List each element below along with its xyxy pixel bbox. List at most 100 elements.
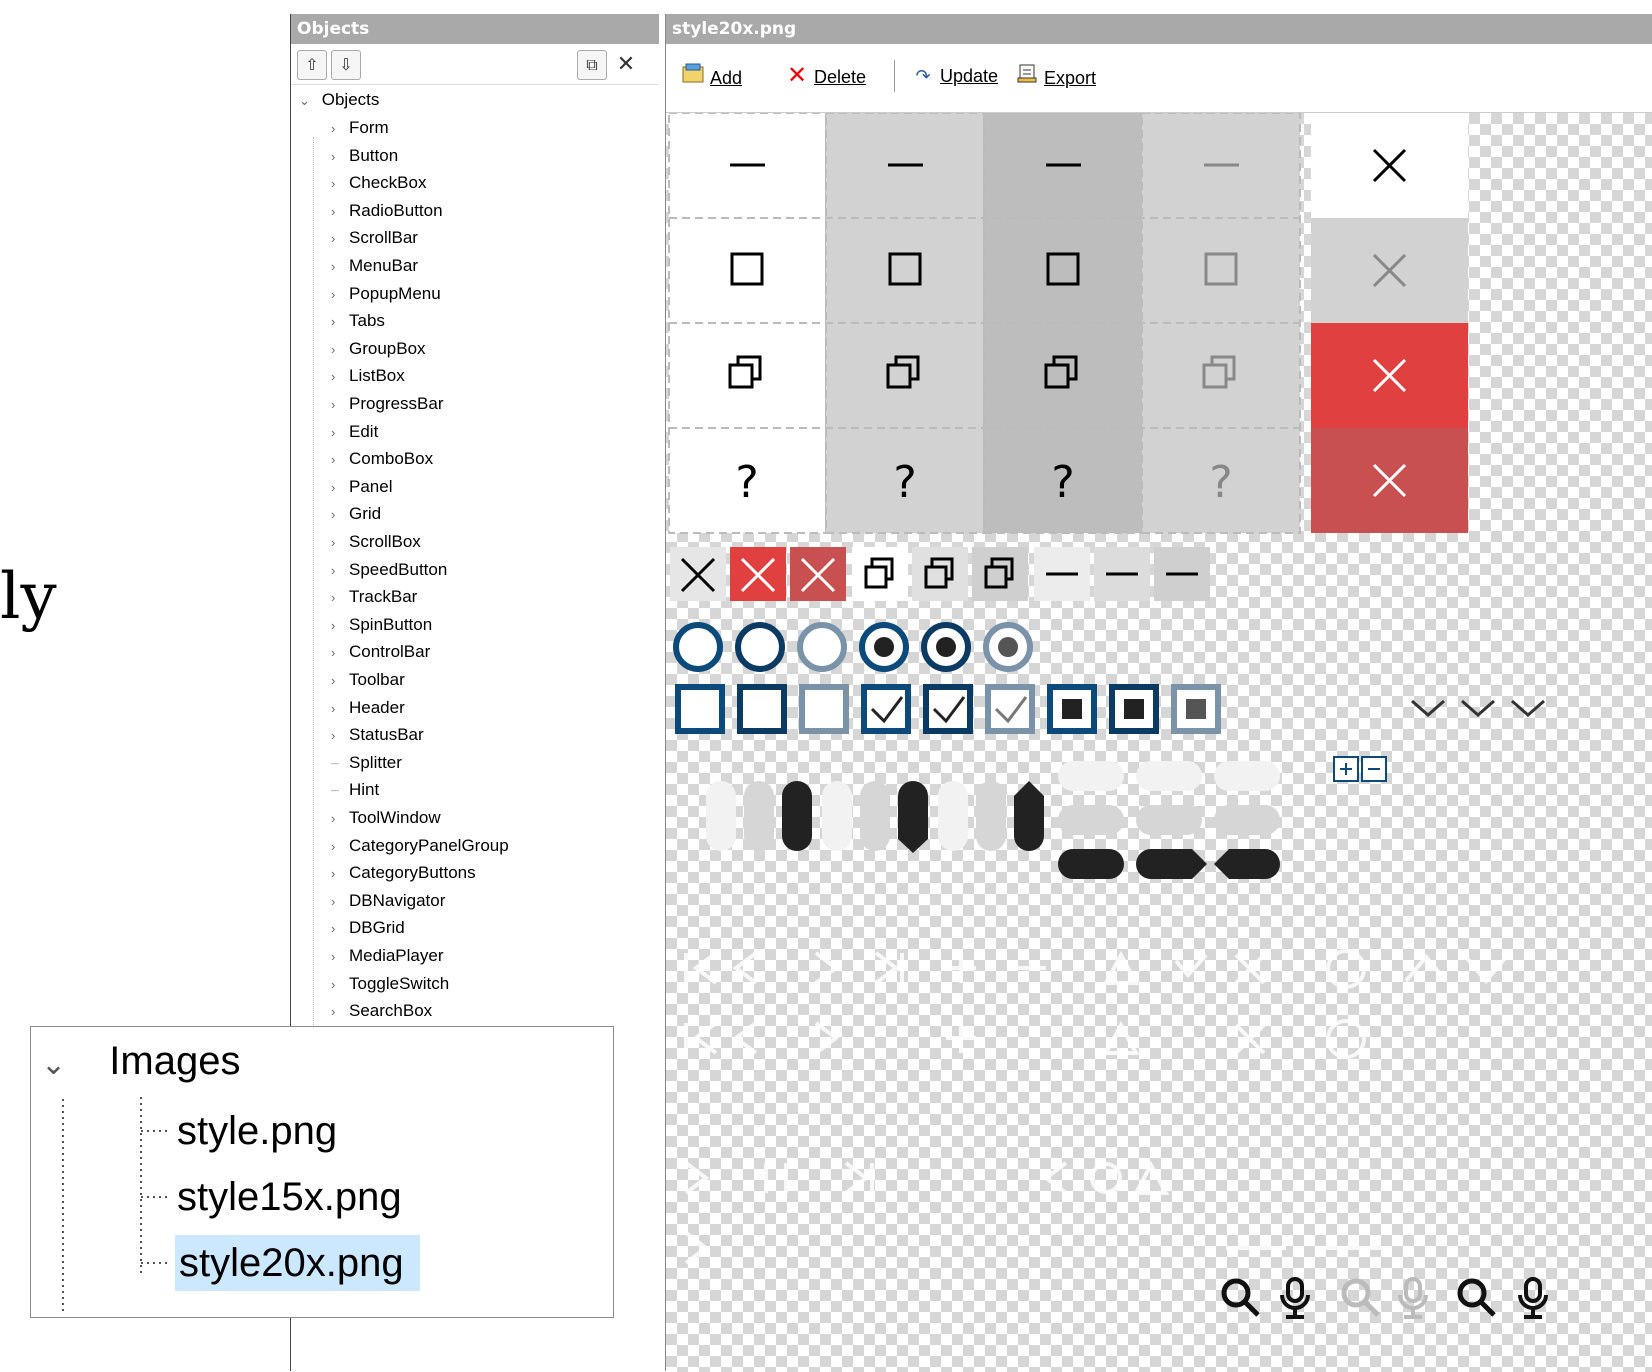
tree-item-toggleswitch[interactable]: › ToggleSwitch xyxy=(331,971,449,997)
chevron-right-icon[interactable]: › xyxy=(331,944,349,970)
tree-item-toolbar[interactable]: › Toolbar xyxy=(331,667,405,693)
tree-item-toolwindow[interactable]: › ToolWindow xyxy=(331,805,441,831)
tree-item-label: ToolWindow xyxy=(349,808,441,827)
tree-item-mediaplayer[interactable]: › MediaPlayer xyxy=(331,943,444,969)
tree-item-hint[interactable]: ┈ Hint xyxy=(331,777,379,803)
chevron-down-icon[interactable]: ⌄ xyxy=(299,88,317,114)
chevron-right-icon[interactable]: › xyxy=(331,613,349,639)
tree-item-edit[interactable]: › Edit xyxy=(331,419,378,445)
tree-item-label: ScrollBox xyxy=(349,532,421,551)
chevron-right-icon[interactable]: › xyxy=(331,420,349,446)
chevron-right-icon[interactable]: › xyxy=(331,806,349,832)
tree-item-categorybuttons[interactable]: › CategoryButtons xyxy=(331,860,476,886)
image-panel-title: style20x.png xyxy=(666,14,1652,44)
tree-item-label: Edit xyxy=(349,421,379,441)
tree-item-label: StatusBar xyxy=(349,725,424,745)
update-arrow-icon: ↷ xyxy=(915,66,931,86)
export-button[interactable]: Export xyxy=(1014,62,1096,90)
tree-item-dbgrid[interactable]: › DBGrid xyxy=(331,915,405,941)
update-button[interactable]: ↷ Update xyxy=(910,62,998,90)
move-up-icon[interactable]: ⇧ xyxy=(297,50,327,80)
tree-item-tabs[interactable]: › Tabs xyxy=(331,308,385,334)
tree-item-header[interactable]: › Header xyxy=(331,695,405,721)
tree-item-combobox[interactable]: › ComboBox xyxy=(331,446,433,472)
tree-item-trackbar[interactable]: › TrackBar xyxy=(331,584,417,610)
tree-item-categorypanelgroup[interactable]: › CategoryPanelGroup xyxy=(331,833,509,859)
svg-text:?: ? xyxy=(1209,457,1232,508)
chevron-right-icon[interactable]: › xyxy=(331,972,349,998)
chevron-right-icon[interactable]: › xyxy=(331,116,349,142)
chevron-right-icon[interactable]: › xyxy=(331,254,349,280)
tree-item-grid[interactable]: › Grid xyxy=(331,501,381,527)
tree-item-speedbutton[interactable]: › SpeedButton xyxy=(331,557,447,583)
tree-item-radiobutton[interactable]: › RadioButton xyxy=(331,198,443,224)
chevron-right-icon[interactable]: › xyxy=(331,364,349,390)
document-text-fragment: ly xyxy=(0,560,57,634)
image-file-item[interactable]: style15x.png xyxy=(177,1169,402,1225)
tree-item-label: GroupBox xyxy=(349,338,426,358)
copy-icon[interactable]: ⧉ xyxy=(577,50,607,80)
chevron-right-icon[interactable]: › xyxy=(331,585,349,611)
chevron-right-icon[interactable]: › xyxy=(331,558,349,584)
tree-item-panel[interactable]: › Panel xyxy=(331,474,392,500)
toolbar-separator xyxy=(894,60,895,92)
chevron-right-icon[interactable]: › xyxy=(331,723,349,749)
chevron-right-icon[interactable]: › xyxy=(331,226,349,252)
chevron-right-icon[interactable]: › xyxy=(331,861,349,887)
chevron-down-icon[interactable]: ⌄ xyxy=(41,1048,66,1081)
chevron-right-icon[interactable]: › xyxy=(331,916,349,942)
tree-item-form[interactable]: › Form xyxy=(331,115,389,141)
tree-item-progressbar[interactable]: › ProgressBar xyxy=(331,391,443,417)
chevron-right-icon[interactable]: › xyxy=(331,392,349,418)
tree-item-listbox[interactable]: › ListBox xyxy=(331,363,405,389)
chevron-right-icon[interactable]: › xyxy=(331,282,349,308)
chevron-right-icon[interactable]: › xyxy=(331,696,349,722)
tree-item-spinbutton[interactable]: › SpinButton xyxy=(331,612,432,638)
chevron-right-icon[interactable]: › xyxy=(331,171,349,197)
chevron-right-icon[interactable]: › xyxy=(331,199,349,225)
tree-item-scrollbox[interactable]: › ScrollBox xyxy=(331,529,421,555)
chevron-right-icon[interactable]: › xyxy=(331,502,349,528)
chevron-right-icon[interactable]: › xyxy=(331,309,349,335)
tree-item-splitter[interactable]: ┈ Splitter xyxy=(331,750,402,776)
tree-item-label: TrackBar xyxy=(349,587,418,607)
tree-item-controlbar[interactable]: › ControlBar xyxy=(331,639,430,665)
tree-item-statusbar[interactable]: › StatusBar xyxy=(331,722,424,748)
chevron-right-icon[interactable]: › xyxy=(331,640,349,666)
close-icon[interactable]: ✕ xyxy=(611,50,641,80)
tree-item-label: SearchBox xyxy=(349,1001,433,1021)
image-file-item-selected[interactable]: style20x.png xyxy=(175,1235,420,1291)
image-canvas[interactable]: ? ? ? ? xyxy=(666,112,1652,1372)
tree-item-dbnavigator[interactable]: › DBNavigator xyxy=(331,888,445,914)
images-root-node[interactable]: ⌄ Images xyxy=(41,1033,240,1093)
tree-item-label: SpinButton xyxy=(349,614,433,634)
chevron-right-icon[interactable]: › xyxy=(331,144,349,170)
tree-item-label: Tabs xyxy=(349,311,385,331)
chevron-right-icon[interactable]: › xyxy=(331,668,349,694)
tree-item-popupmenu[interactable]: › PopupMenu xyxy=(331,281,441,307)
add-button[interactable]: Add xyxy=(680,62,742,90)
tree-item-menubar[interactable]: › MenuBar xyxy=(331,253,418,279)
svg-text:?: ? xyxy=(735,457,758,508)
chevron-right-icon[interactable]: › xyxy=(331,889,349,915)
image-toolbar: Add ✕ Delete ↷ Update Export xyxy=(666,44,1652,108)
tree-item-checkbox[interactable]: › CheckBox xyxy=(331,170,426,196)
tree-item-groupbox[interactable]: › GroupBox xyxy=(331,336,426,362)
tree-item-scrollbar[interactable]: › ScrollBar xyxy=(331,225,418,251)
tree-root-objects[interactable]: ⌄ Objects xyxy=(299,87,379,113)
move-down-icon[interactable]: ⇩ xyxy=(331,50,361,80)
chevron-right-icon[interactable]: › xyxy=(331,337,349,363)
delete-button[interactable]: ✕ Delete xyxy=(784,62,866,90)
tree-item-button[interactable]: › Button xyxy=(331,143,398,169)
chevron-right-icon[interactable]: › xyxy=(331,447,349,473)
image-file-item[interactable]: style.png xyxy=(177,1103,337,1159)
chevron-right-icon[interactable]: › xyxy=(331,834,349,860)
leaf-connector-icon: ┈ xyxy=(331,755,339,771)
chevron-right-icon[interactable]: › xyxy=(331,530,349,556)
tree-item-label: CheckBox xyxy=(349,173,427,193)
style-sprite-image: ? ? ? ? xyxy=(668,113,1548,1319)
tree-item-label: PopupMenu xyxy=(349,283,441,303)
chevron-right-icon[interactable]: › xyxy=(331,999,349,1025)
chevron-right-icon[interactable]: › xyxy=(331,475,349,501)
tree-item-searchbox[interactable]: › SearchBox xyxy=(331,998,432,1024)
